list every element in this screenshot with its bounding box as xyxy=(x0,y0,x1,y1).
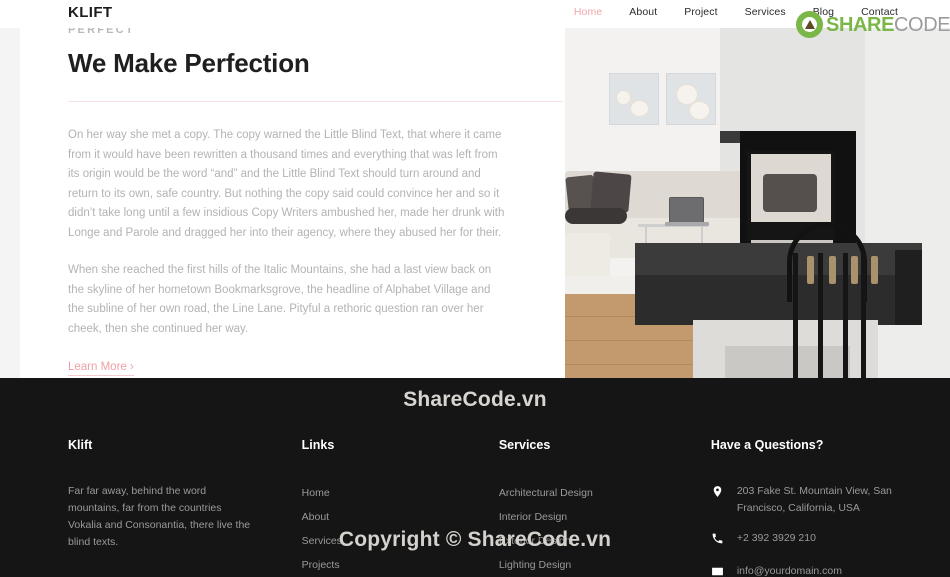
page-title: We Make Perfection xyxy=(68,48,310,78)
nav-item-home[interactable]: Home xyxy=(574,6,602,18)
footer-link-home[interactable]: Home xyxy=(302,487,330,499)
recycle-logo-icon xyxy=(796,11,823,38)
footer-services-title: Services xyxy=(498,438,551,452)
list-item: Projects xyxy=(302,555,499,574)
contact-phone-row: +2 392 3929 210 xyxy=(711,530,908,550)
list-item: Lighting Design xyxy=(499,555,711,574)
sharecode-watermark-logo: SHARECODE.vn xyxy=(796,11,950,38)
phone-icon xyxy=(711,530,725,550)
footer-link-projects[interactable]: Projects xyxy=(302,559,340,571)
envelope-icon xyxy=(711,563,725,577)
location-pin-icon xyxy=(711,483,725,503)
contact-address-row: 203 Fake St. Mountain View, San Francisc… xyxy=(711,483,908,517)
footer-links-title: Links xyxy=(301,438,335,452)
left-edge-strip xyxy=(0,28,20,378)
footer-column-services: Services Architectural Design Interior D… xyxy=(499,438,711,577)
site-footer: Klift Far far away, behind the word moun… xyxy=(0,378,950,577)
footer-service-exterior-design[interactable]: Exterior Design xyxy=(499,535,571,547)
fireplace-tool xyxy=(861,253,866,378)
footer-column-brand: Klift Far far away, behind the word moun… xyxy=(68,438,302,577)
footer-link-services[interactable]: Services xyxy=(302,535,342,547)
contact-phone[interactable]: +2 392 3929 210 xyxy=(737,530,897,547)
floor-vent-grille xyxy=(725,346,850,378)
footer-links-list: Home About Services Projects Contact xyxy=(302,483,499,577)
list-item: Exterior Design xyxy=(499,531,711,550)
footer-column-links: Links Home About Services Projects Conta… xyxy=(302,438,499,577)
hero-image xyxy=(565,28,950,378)
footer-services-list: Architectural Design Interior Design Ext… xyxy=(499,483,711,577)
nav-item-about[interactable]: About xyxy=(629,6,657,18)
hearth-ledge-end xyxy=(895,250,922,325)
fireplace-tool-handle xyxy=(871,256,878,284)
nav-item-services[interactable]: Services xyxy=(745,6,786,18)
learn-more-link[interactable]: Learn More › xyxy=(68,361,134,376)
footer-service-interior-design[interactable]: Interior Design xyxy=(499,511,567,523)
list-item: About xyxy=(302,507,499,526)
list-item: Architectural Design xyxy=(499,483,711,502)
wordmark-share: SHARE xyxy=(826,13,895,36)
floor-plank-line xyxy=(565,364,705,365)
footer-service-architectural-design[interactable]: Architectural Design xyxy=(499,487,593,499)
fireplace-tool xyxy=(818,253,823,378)
list-item: Services xyxy=(302,531,499,550)
footer-brand-description: Far far away, behind the word mountains,… xyxy=(68,485,251,548)
page-root: KLIFT Home About Project Services Blog C… xyxy=(0,0,950,577)
hearth-ledge-top xyxy=(635,243,922,275)
fireplace-tool xyxy=(793,253,798,378)
hero-divider xyxy=(68,101,563,102)
artwork-orchid-right xyxy=(666,73,716,125)
list-item: Interior Design xyxy=(499,507,711,526)
site-logo[interactable]: KLIFT xyxy=(68,4,113,21)
floor-plank-line xyxy=(565,340,705,341)
sharecode-wordmark: SHARECODE.vn xyxy=(826,15,950,35)
hero-section: PERFECT We Make Perfection On her way sh… xyxy=(0,24,950,378)
nav-item-project[interactable]: Project xyxy=(684,6,717,18)
sofa-bolster xyxy=(565,208,627,224)
contact-address: 203 Fake St. Mountain View, San Francisc… xyxy=(736,485,892,514)
footer-brand-title: Klift xyxy=(68,438,93,452)
cushion-dark-right xyxy=(590,171,632,213)
laptop-screen xyxy=(669,197,704,224)
reflected-cushion xyxy=(763,174,817,212)
hero-paragraph-2: When she reached the first hills of the … xyxy=(68,264,492,335)
footer-service-lighting-design[interactable]: Lighting Design xyxy=(499,559,571,571)
laptop-base xyxy=(665,222,709,226)
footer-contact-title: Have a Questions? xyxy=(710,438,824,452)
artwork-orchid-left xyxy=(609,73,659,125)
footer-column-contact: Have a Questions? 203 Fake St. Mountain … xyxy=(711,438,908,577)
wordmark-code: CODE.vn xyxy=(894,13,950,36)
contact-email-row: info@yourdomain.com xyxy=(711,563,908,577)
footer-columns: Klift Far far away, behind the word moun… xyxy=(68,438,908,577)
hero-paragraph-1: On her way she met a copy. The copy warn… xyxy=(68,129,505,239)
list-item: Home xyxy=(302,483,499,502)
footer-link-about[interactable]: About xyxy=(302,511,329,523)
fireplace-tool xyxy=(843,253,848,378)
hero-content: PERFECT We Make Perfection On her way sh… xyxy=(68,24,563,376)
contact-email[interactable]: info@yourdomain.com xyxy=(737,563,897,577)
fireplace-tool-handle xyxy=(829,256,836,284)
fireplace-tool-handle xyxy=(851,256,858,284)
fireplace-tool-handle xyxy=(807,256,814,284)
